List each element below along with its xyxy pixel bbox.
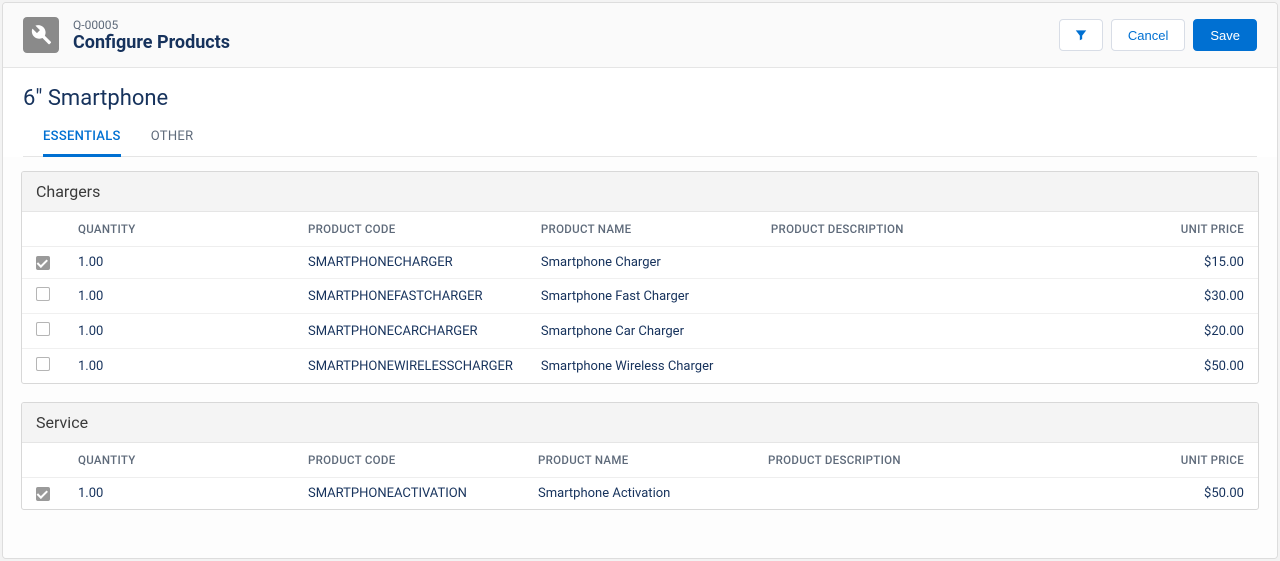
content-area: ChargersQUANTITYPRODUCT CODEPRODUCT NAME… bbox=[3, 157, 1277, 558]
cell-name: Smartphone Activation bbox=[524, 478, 754, 510]
col-header-select bbox=[22, 212, 64, 247]
col-header-product-description: PRODUCT DESCRIPTION bbox=[754, 443, 1138, 478]
cell-code: SMARTPHONEFASTCHARGER bbox=[294, 279, 527, 314]
subheader: 6" Smartphone ESSENTIALS OTHER bbox=[3, 68, 1277, 157]
tab-essentials[interactable]: ESSENTIALS bbox=[43, 129, 121, 157]
cell-description bbox=[754, 478, 1138, 510]
filter-button[interactable] bbox=[1059, 19, 1103, 51]
page-root: Q-00005 Configure Products Cancel Save 6… bbox=[2, 2, 1278, 559]
group-header: Service bbox=[22, 403, 1258, 443]
title-block: Q-00005 Configure Products bbox=[73, 18, 230, 53]
cell-price: $50.00 bbox=[1138, 478, 1258, 510]
cell-code: SMARTPHONECARCHARGER bbox=[294, 314, 527, 349]
cell-price: $20.00 bbox=[1138, 314, 1258, 349]
cell-quantity: 1.00 bbox=[64, 247, 294, 279]
cell-price: $15.00 bbox=[1138, 247, 1258, 279]
row-checkbox[interactable] bbox=[36, 487, 50, 501]
tab-other[interactable]: OTHER bbox=[151, 129, 194, 157]
col-header-product-code: PRODUCT CODE bbox=[294, 443, 524, 478]
cell-description bbox=[757, 349, 1138, 384]
cell-price: $50.00 bbox=[1138, 349, 1258, 384]
table-row: 1.00SMARTPHONECARCHARGERSmartphone Car C… bbox=[22, 314, 1258, 349]
row-checkbox[interactable] bbox=[36, 322, 50, 336]
cell-description bbox=[757, 314, 1138, 349]
col-header-product-name: PRODUCT NAME bbox=[527, 212, 757, 247]
col-header-quantity: QUANTITY bbox=[64, 443, 294, 478]
col-header-unit-price: UNIT PRICE bbox=[1138, 443, 1258, 478]
col-header-product-name: PRODUCT NAME bbox=[524, 443, 754, 478]
col-header-unit-price: UNIT PRICE bbox=[1138, 212, 1258, 247]
cell-name: Smartphone Car Charger bbox=[527, 314, 757, 349]
cell-price: $30.00 bbox=[1138, 279, 1258, 314]
option-group: ChargersQUANTITYPRODUCT CODEPRODUCT NAME… bbox=[21, 171, 1259, 384]
group-header: Chargers bbox=[22, 172, 1258, 212]
table-row: 1.00SMARTPHONEACTIVATIONSmartphone Activ… bbox=[22, 478, 1258, 510]
row-checkbox[interactable] bbox=[36, 357, 50, 371]
cell-code: SMARTPHONECHARGER bbox=[294, 247, 527, 279]
row-checkbox[interactable] bbox=[36, 287, 50, 301]
options-table: QUANTITYPRODUCT CODEPRODUCT NAMEPRODUCT … bbox=[22, 443, 1258, 509]
cell-code: SMARTPHONEACTIVATION bbox=[294, 478, 524, 510]
cell-description bbox=[757, 279, 1138, 314]
col-header-product-description: PRODUCT DESCRIPTION bbox=[757, 212, 1138, 247]
cell-quantity: 1.00 bbox=[64, 279, 294, 314]
quote-id: Q-00005 bbox=[73, 18, 230, 32]
cell-description bbox=[757, 247, 1138, 279]
page-title: Configure Products bbox=[73, 32, 230, 53]
cancel-button[interactable]: Cancel bbox=[1111, 19, 1185, 51]
cell-code: SMARTPHONEWIRELESSCHARGER bbox=[294, 349, 527, 384]
header-actions: Cancel Save bbox=[1059, 19, 1257, 51]
col-header-select bbox=[22, 443, 64, 478]
cell-name: Smartphone Fast Charger bbox=[527, 279, 757, 314]
row-checkbox[interactable] bbox=[36, 256, 50, 270]
col-header-product-code: PRODUCT CODE bbox=[294, 212, 527, 247]
page-header: Q-00005 Configure Products Cancel Save bbox=[3, 3, 1277, 68]
options-table: QUANTITYPRODUCT CODEPRODUCT NAMEPRODUCT … bbox=[22, 212, 1258, 383]
table-row: 1.00SMARTPHONECHARGERSmartphone Charger $… bbox=[22, 247, 1258, 279]
tabs: ESSENTIALS OTHER bbox=[23, 129, 1257, 157]
col-header-quantity: QUANTITY bbox=[64, 212, 294, 247]
header-left: Q-00005 Configure Products bbox=[23, 17, 1059, 53]
save-button[interactable]: Save bbox=[1193, 19, 1257, 51]
cell-name: Smartphone Charger bbox=[527, 247, 757, 279]
cell-name: Smartphone Wireless Charger bbox=[527, 349, 757, 384]
product-title: 6" Smartphone bbox=[23, 86, 1257, 111]
filter-icon bbox=[1074, 28, 1088, 42]
option-group: ServiceQUANTITYPRODUCT CODEPRODUCT NAMEP… bbox=[21, 402, 1259, 510]
cell-quantity: 1.00 bbox=[64, 349, 294, 384]
table-row: 1.00SMARTPHONEFASTCHARGERSmartphone Fast… bbox=[22, 279, 1258, 314]
wrench-icon bbox=[23, 17, 59, 53]
table-row: 1.00SMARTPHONEWIRELESSCHARGERSmartphone … bbox=[22, 349, 1258, 384]
cell-quantity: 1.00 bbox=[64, 478, 294, 510]
cell-quantity: 1.00 bbox=[64, 314, 294, 349]
